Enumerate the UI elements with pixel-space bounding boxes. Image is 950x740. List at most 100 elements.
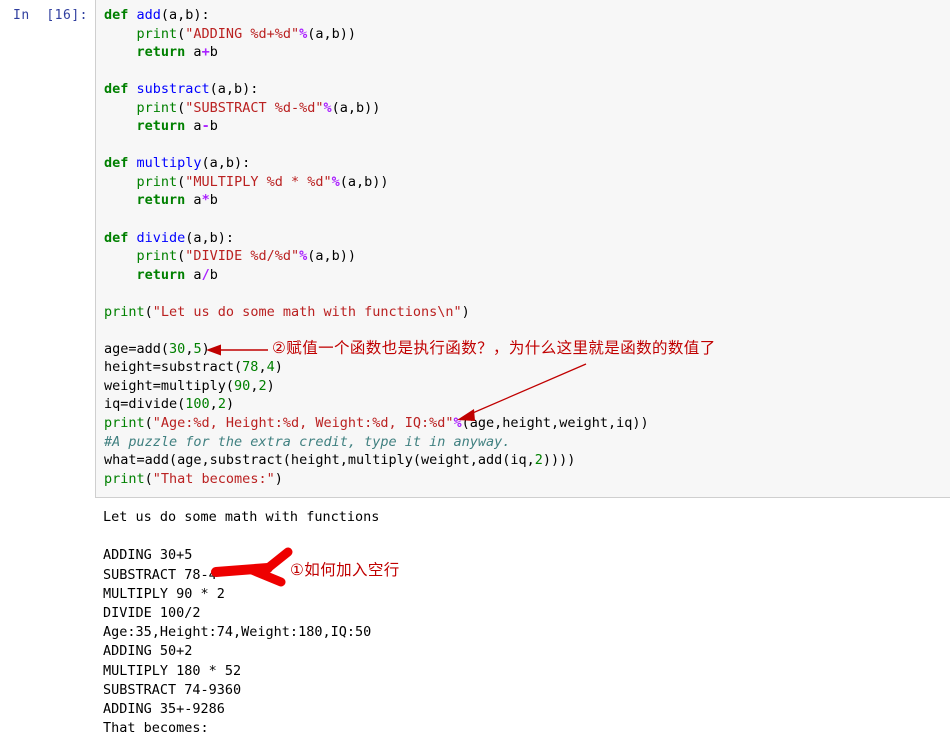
code-token: %: [299, 248, 308, 265]
code-token: return: [136, 266, 186, 283]
output-line: SUBSTRACT 74-9360: [103, 681, 242, 698]
code-line: print("MULTIPLY %d * %d"%(a,b)): [104, 173, 649, 192]
code-line: print("ADDING %d+%d"%(a,b)): [104, 25, 649, 44]
code-token: (a,b):: [160, 7, 210, 23]
jupyter-notebook-cell: In [16]: def add(a,b): print("ADDING %d+…: [0, 0, 950, 740]
output-line: ADDING 35+-9286: [103, 701, 225, 718]
output-line: DIVIDE 100/2: [103, 605, 201, 622]
code-token: b: [209, 266, 218, 283]
output-line: That becomes:: [103, 720, 209, 737]
code-token: ): [266, 377, 275, 394]
code-token: def: [104, 155, 137, 172]
code-token: a: [185, 44, 202, 61]
code-token: 2: [217, 396, 226, 413]
code-line: iq=divide(100,2): [104, 395, 649, 414]
code-token: "Age:%d, Height:%d, Weight:%d, IQ:%d": [152, 415, 454, 432]
code-token: ): [461, 303, 470, 320]
code-token: )))): [542, 452, 576, 469]
code-input-area[interactable]: def add(a,b): print("ADDING %d+%d"%(a,b)…: [95, 0, 950, 498]
code-line: #A puzzle for the extra credit, type it …: [104, 433, 649, 452]
code-token: def: [104, 81, 137, 98]
input-prompt-label: In [16]:: [13, 8, 88, 23]
code-token: (: [144, 303, 153, 320]
code-token: iq=divide(: [104, 396, 186, 413]
code-token: 5: [193, 340, 202, 357]
code-token: "SUBSTRACT %d-%d": [185, 99, 324, 116]
code-token: a: [185, 266, 202, 283]
code-token: 30: [169, 340, 186, 357]
output-line: Age:35,Height:74,Weight:180,IQ:50: [103, 624, 372, 641]
code-token: print: [136, 25, 178, 42]
code-token: 78: [242, 359, 259, 376]
code-token: weight=multiply(: [104, 377, 235, 394]
code-token: divide: [136, 229, 186, 246]
output-line: ADDING 30+5: [103, 547, 193, 564]
code-token: *: [201, 192, 210, 209]
code-token: ,: [258, 359, 267, 376]
code-token: 2: [258, 377, 267, 394]
code-token: 2: [534, 452, 543, 469]
code-token: multiply: [136, 155, 202, 172]
code-token: (a,b)): [307, 25, 357, 42]
code-token: ): [225, 396, 235, 413]
code-token: print: [136, 99, 178, 116]
code-token: "DIVIDE %d/%d": [185, 248, 300, 265]
code-token: (: [160, 340, 170, 357]
code-token: %: [453, 415, 462, 432]
code-token: -: [201, 118, 210, 135]
code-line: def add(a,b):: [104, 6, 649, 25]
code-token: %: [299, 25, 308, 42]
code-token: (: [144, 415, 153, 432]
code-token: print: [104, 303, 145, 320]
code-token: a: [185, 192, 202, 209]
code-token: #A puzzle for the extra credit, type it …: [104, 433, 511, 450]
code-token: (a,b):: [185, 229, 235, 246]
code-token: (a,b):: [209, 81, 259, 98]
code-line: age=add(30,5): [104, 340, 649, 359]
code-token: b: [209, 118, 218, 135]
code-token: print: [104, 470, 145, 487]
cell-output-text: Let us do some math with functions ADDIN…: [103, 508, 943, 738]
code-token: (a,b):: [201, 155, 251, 172]
output-line: SUBSTRACT 78-4: [103, 566, 217, 583]
code-token: %: [323, 99, 332, 116]
source-code[interactable]: def add(a,b): print("ADDING %d+%d"%(a,b)…: [104, 6, 649, 488]
code-token: %: [331, 173, 340, 190]
code-line: return a*b: [104, 191, 649, 210]
output-line: Let us do some math with functions: [103, 509, 380, 525]
code-line: print("That becomes:"): [104, 470, 649, 489]
code-token: "Let us do some math with functions\n": [152, 303, 462, 320]
code-line: return a+b: [104, 43, 649, 62]
code-line: print("Age:%d, Height:%d, Weight:%d, IQ:…: [104, 414, 649, 433]
code-line: def divide(a,b):: [104, 229, 649, 248]
code-token: ): [274, 470, 283, 487]
code-token: print: [136, 248, 178, 265]
output-line: MULTIPLY 180 * 52: [103, 662, 242, 679]
code-token: ): [274, 359, 283, 376]
code-token: what=add(age,substract(height,multiply(w…: [104, 452, 535, 469]
output-line: ADDING 50+2: [103, 643, 193, 660]
code-token: height=substract(: [104, 359, 243, 376]
code-line: print("DIVIDE %d/%d"%(a,b)): [104, 247, 649, 266]
code-token: a: [185, 118, 202, 135]
code-token: age=: [104, 340, 137, 357]
code-token: 90: [234, 377, 251, 394]
code-token: (a,b)): [331, 99, 381, 116]
code-line: print("Let us do some math with function…: [104, 303, 649, 322]
code-line: what=add(age,substract(height,multiply(w…: [104, 451, 649, 470]
code-token: ): [201, 340, 210, 357]
code-line: return a/b: [104, 266, 649, 285]
code-token: print: [104, 415, 145, 432]
code-token: (a,b)): [339, 173, 389, 190]
